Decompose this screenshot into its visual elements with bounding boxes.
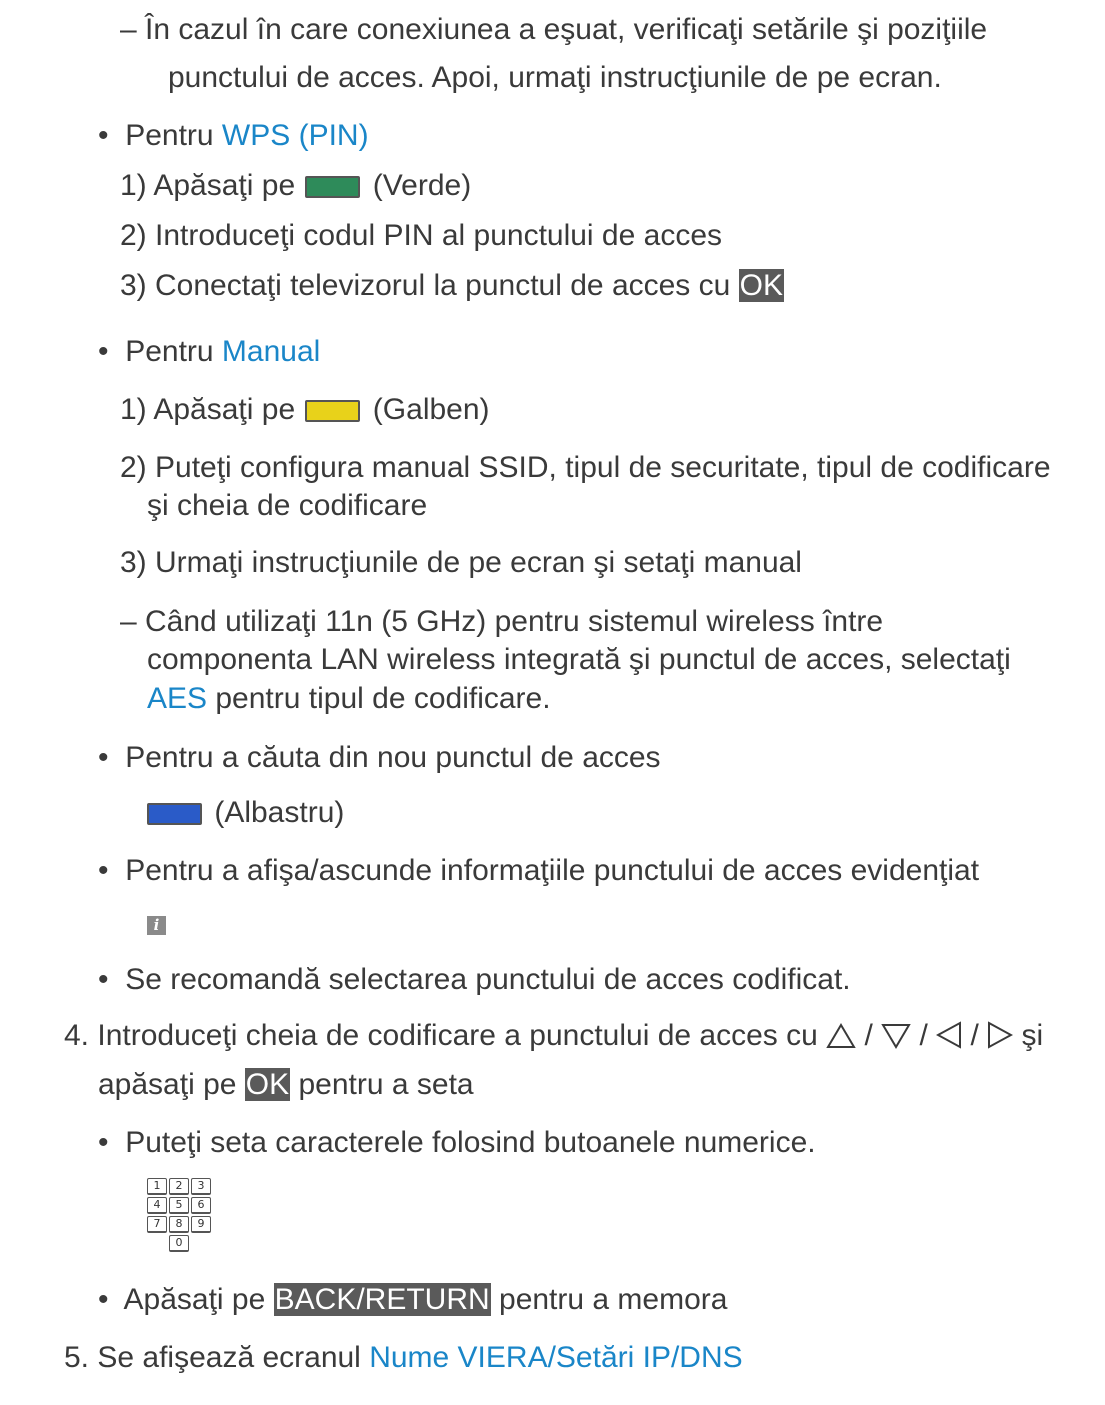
- numpad-key: 8: [169, 1216, 189, 1233]
- numpad-key: 1: [147, 1178, 167, 1195]
- bullet: •: [98, 1126, 109, 1159]
- info-text: Pentru a afişa/ascunde informaţiile punc…: [125, 854, 980, 887]
- bullet: •: [98, 1283, 109, 1316]
- wps-step-3-text: 3) Conectaţi televizorul la punctul de a…: [120, 269, 739, 302]
- step-5: 5. Se afişează ecranul Nume VIERA/Setări…: [64, 1340, 743, 1376]
- wps-pin-link[interactable]: WPS (PIN): [222, 119, 369, 152]
- manual-step-1-label: (Galben): [364, 393, 490, 426]
- numeric-bullet-item: • Puteţi seta caracterele folosind butoa…: [98, 1125, 816, 1161]
- manual-step-3: 3) Urmaţi instrucţiunile de pe ecran şi …: [120, 546, 802, 579]
- ok-button-label: OK: [244, 1068, 291, 1101]
- step-4-cont-end: pentru a seta: [290, 1068, 474, 1101]
- separator: /: [911, 1019, 937, 1052]
- info-icon: i: [147, 916, 166, 935]
- separator: /: [962, 1019, 988, 1052]
- down-arrow-icon: [881, 1024, 911, 1049]
- wireless-note-end-text: pentru tipul de codificare.: [207, 682, 551, 715]
- green-button-icon: [305, 176, 361, 198]
- numpad-key: 5: [169, 1197, 189, 1214]
- ok-button-label: OK: [738, 269, 785, 302]
- yellow-button-icon: [305, 400, 361, 422]
- back-bullet-item: • Apăsaţi pe BACK/RETURN pentru a memora: [98, 1282, 727, 1318]
- wps-step-1-label: (Verde): [364, 169, 472, 202]
- manual-step-2: 2) Puteţi configura manual SSID, tipul d…: [120, 451, 1051, 484]
- manual-prefix: Pentru: [125, 335, 222, 368]
- wps-step-3: 3) Conectaţi televizorul la punctul de a…: [120, 268, 785, 304]
- right-arrow-icon: [988, 1021, 1014, 1049]
- manual-bullet-item: • Pentru Manual: [98, 334, 320, 370]
- back-text: Apăsaţi pe: [123, 1283, 274, 1316]
- bullet: •: [98, 854, 109, 887]
- aes-link[interactable]: AES: [147, 682, 207, 715]
- numpad-key: 9: [191, 1216, 211, 1233]
- wps-step-1: 1) Apăsaţi pe (Verde): [120, 168, 471, 204]
- manual-step-1-text: 1) Apăsaţi pe: [120, 393, 304, 426]
- viera-settings-link[interactable]: Nume VIERA/Setări IP/DNS: [369, 1341, 742, 1374]
- failure-note: – În cazul în care conexiunea a eşuat, v…: [120, 13, 988, 46]
- numpad-key: 6: [191, 1197, 211, 1214]
- up-arrow-icon: [826, 1023, 856, 1048]
- failure-note-cont: punctului de acces. Apoi, urmaţi instruc…: [168, 61, 942, 94]
- wireless-note-cont: componenta LAN wireless integrată şi pun…: [147, 643, 1011, 676]
- blue-button-line: (Albastru): [147, 795, 344, 831]
- wireless-note-end: AES pentru tipul de codificare.: [147, 681, 551, 717]
- manual-link[interactable]: Manual: [222, 335, 320, 368]
- separator: /: [856, 1019, 882, 1052]
- step-4-text: 4. Introduceţi cheia de codificare a pun…: [64, 1019, 827, 1052]
- blue-button-icon: [147, 803, 202, 825]
- step-4-cont: apăsaţi pe OK pentru a seta: [98, 1067, 474, 1103]
- recommend-text: Se recomandă selectarea punctului de acc…: [125, 963, 851, 996]
- bullet: •: [98, 741, 109, 774]
- numpad-key: 0: [169, 1235, 189, 1252]
- recommend-bullet-item: • Se recomandă selectarea punctului de a…: [98, 962, 851, 998]
- wps-step-2: 2) Introduceţi codul PIN al punctului de…: [120, 219, 723, 252]
- wps-bullet-item: • Pentru WPS (PIN): [98, 118, 369, 154]
- blue-button-label: (Albastru): [206, 796, 345, 829]
- step-4-cont-text: apăsaţi pe: [98, 1068, 245, 1101]
- numpad-key: 3: [191, 1178, 211, 1195]
- search-bullet-item: • Pentru a căuta din nou punctul de acce…: [98, 740, 661, 776]
- wireless-note: – Când utilizaţi 11n (5 GHz) pentru sist…: [120, 605, 884, 638]
- step-4-end: şi: [1013, 1019, 1044, 1052]
- manual-step-1: 1) Apăsaţi pe (Galben): [120, 392, 490, 428]
- step-5-text: 5. Se afişează ecranul: [64, 1341, 370, 1374]
- wps-prefix: Pentru: [125, 119, 222, 152]
- numpad-key: 2: [169, 1178, 189, 1195]
- step-4: 4. Introduceţi cheia de codificare a pun…: [64, 1018, 1043, 1054]
- numpad-key: 4: [147, 1197, 167, 1214]
- info-bullet-item: • Pentru a afişa/ascunde informaţiile pu…: [98, 853, 979, 889]
- numeric-text: Puteţi seta caracterele folosind butoane…: [125, 1126, 816, 1159]
- back-text-end: pentru a memora: [490, 1283, 728, 1316]
- left-arrow-icon: [936, 1021, 962, 1049]
- bullet: •: [98, 335, 109, 368]
- bullet: •: [98, 963, 109, 996]
- wps-step-1-text: 1) Apăsaţi pe: [120, 169, 304, 202]
- manual-step-2-cont: şi cheia de codificare: [147, 489, 428, 522]
- bullet: •: [98, 119, 109, 152]
- search-text: Pentru a căuta din nou punctul de acces: [125, 741, 661, 774]
- back-return-label: BACK/RETURN: [273, 1283, 491, 1316]
- numpad-key: 7: [147, 1216, 167, 1233]
